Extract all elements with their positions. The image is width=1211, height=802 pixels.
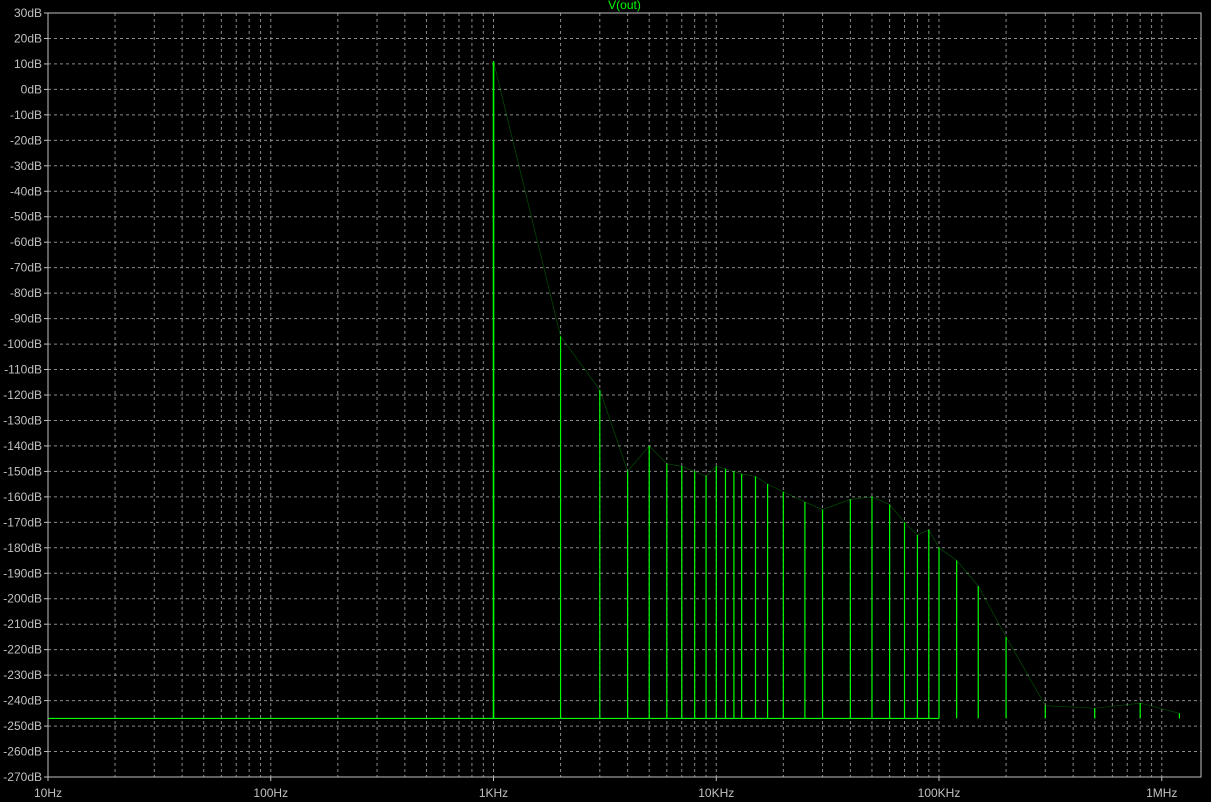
y-tick-label: -40dB [10, 184, 42, 198]
y-tick-label: -250dB [3, 719, 42, 733]
x-tick-label: 10Hz [34, 786, 62, 800]
y-tick-label: -260dB [3, 745, 42, 759]
y-tick-label: -60dB [10, 235, 42, 249]
y-tick-label: -220dB [3, 643, 42, 657]
y-tick-label: 30dB [14, 6, 42, 20]
y-tick-label: -70dB [10, 261, 42, 275]
y-tick-label: -130dB [3, 413, 42, 427]
y-tick-label: -140dB [3, 439, 42, 453]
x-tick-label: 100KHz [918, 786, 961, 800]
x-tick-label: 10KHz [698, 786, 734, 800]
y-tick-label: -80dB [10, 286, 42, 300]
x-tick-label: 1MHz [1146, 786, 1177, 800]
y-tick-label: -180dB [3, 541, 42, 555]
trace-title[interactable]: V(out) [608, 0, 641, 12]
y-tick-label: -20dB [10, 133, 42, 147]
spectrum-chart: 30dB 20dB 10dB 0dB -10dB -20dB -30dB -40dB -50dB… [0, 0, 1211, 802]
y-tick-label: -50dB [10, 210, 42, 224]
y-tick-label: 0dB [21, 82, 42, 96]
y-tick-label: -190dB [3, 566, 42, 580]
y-tick-label: -240dB [3, 694, 42, 708]
y-tick-label: -150dB [3, 464, 42, 478]
y-tick-label: -170dB [3, 515, 42, 529]
y-tick-label: 20dB [14, 31, 42, 45]
y-tick-label: -120dB [3, 388, 42, 402]
y-tick-label: -90dB [10, 312, 42, 326]
y-tick-label: -110dB [4, 363, 42, 377]
y-tick-label: -210dB [3, 617, 42, 631]
y-tick-label: -160dB [3, 490, 42, 504]
x-tick-label: 100Hz [253, 786, 288, 800]
y-tick-label: -10dB [10, 108, 42, 122]
y-tick-label: 10dB [14, 57, 42, 71]
y-tick-label: -200dB [3, 592, 42, 606]
y-tick-label: -230dB [3, 668, 42, 682]
y-tick-label: -270dB [3, 770, 42, 784]
y-tick-label: -100dB [3, 337, 42, 351]
y-tick-label: -30dB [10, 159, 42, 173]
x-tick-label: 1KHz [479, 786, 508, 800]
